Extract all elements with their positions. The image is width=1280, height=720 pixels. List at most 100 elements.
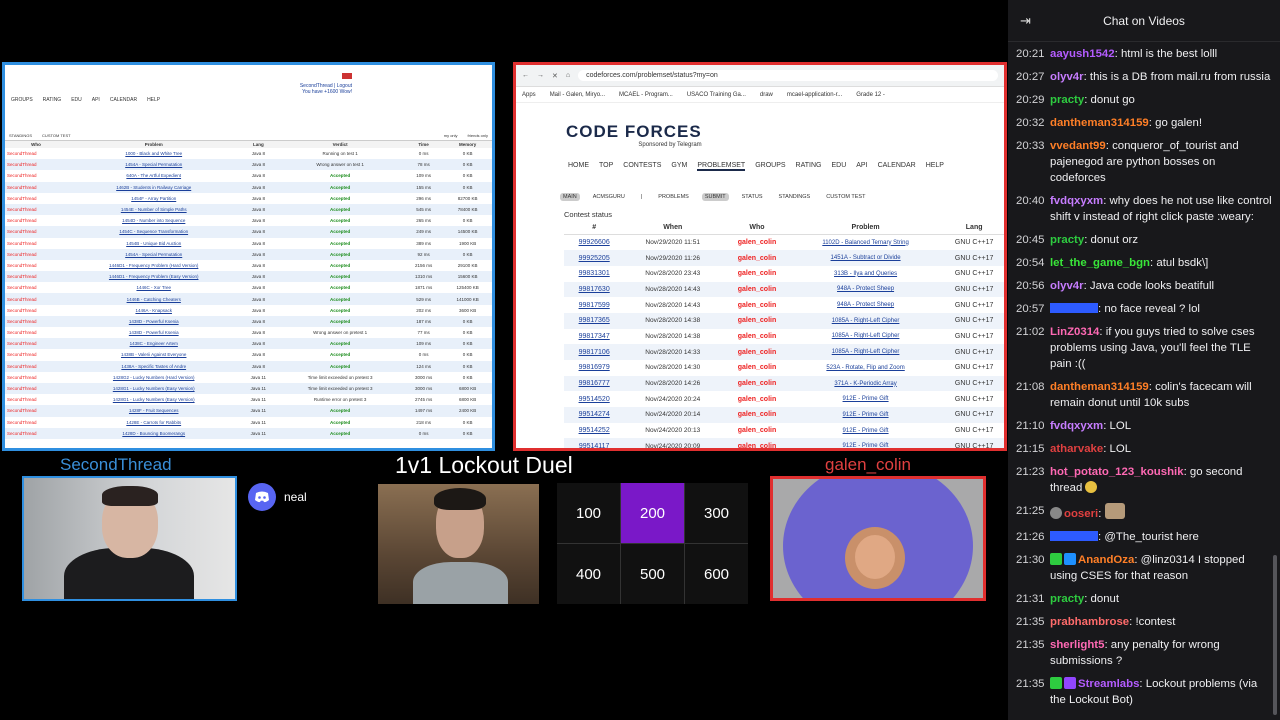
submenu-item[interactable]: CUSTOM TEST <box>823 193 868 201</box>
who-cell[interactable]: SecondThread <box>5 293 68 305</box>
problem-cell[interactable]: 1446D1 - Frequency Problem (Hard Version… <box>67 260 240 271</box>
who-cell[interactable]: galen_colin <box>721 312 793 329</box>
problem-cell[interactable]: 1454B - Unique Bid Auction <box>67 238 240 249</box>
forward-icon[interactable]: → <box>537 72 544 79</box>
who-cell[interactable]: SecondThread <box>5 327 67 338</box>
submission-id[interactable]: 99817630 <box>564 281 625 298</box>
bookmark-item[interactable]: mcael-application-r... <box>787 92 842 98</box>
chat-username[interactable]: dantheman314159 <box>1050 117 1149 129</box>
who-cell[interactable]: SecondThread <box>5 159 68 171</box>
bookmark-item[interactable]: USACO Training Ga... <box>687 92 746 98</box>
home-icon[interactable]: ⌂ <box>566 72 570 79</box>
chat-username[interactable]: let_the_game_bgn <box>1050 257 1150 269</box>
submission-id[interactable]: 99817599 <box>564 297 624 313</box>
menu-item[interactable]: HOME <box>568 162 589 171</box>
problem-cell[interactable]: 1451A - Subtract or Divide <box>792 250 939 266</box>
who-cell[interactable]: SecondThread <box>5 203 68 216</box>
bookmark-item[interactable]: draw <box>760 92 773 98</box>
subnav-item[interactable]: STANDINGS <box>9 133 32 138</box>
problem-cell[interactable]: 1000 - Black and White Tree <box>67 148 240 159</box>
menu-item[interactable]: GYM <box>671 162 687 171</box>
problem-cell[interactable]: 912E - Prime Gift <box>793 423 939 439</box>
problem-cell[interactable]: 1446A - Knapsack <box>67 305 240 316</box>
problem-cell-400[interactable]: 400 <box>557 544 620 604</box>
who-cell[interactable]: SecondThread <box>5 372 67 383</box>
submenu-item[interactable]: STATUS <box>739 193 766 201</box>
problem-cell[interactable]: 1438A - Specific Tastes of Andre <box>67 360 241 372</box>
chat-username[interactable]: hot_potato_123_koushik <box>1050 466 1184 478</box>
who-cell[interactable]: galen_colin <box>721 391 793 407</box>
who-cell[interactable]: galen_colin <box>721 266 793 282</box>
who-cell[interactable]: galen_colin <box>721 360 793 376</box>
chat-username[interactable]: olyv4r <box>1050 280 1084 292</box>
codeforces-logo[interactable]: CODE FORCES Sponsored by Telegram <box>566 122 702 148</box>
bookmark-item[interactable]: Grade 12 - <box>856 92 885 98</box>
who-cell[interactable]: SecondThread <box>5 248 68 260</box>
address-bar[interactable]: codeforces.com/problemset/status?my=on <box>578 70 998 81</box>
problem-cell[interactable]: 1438D - Powerful Ksenia <box>67 327 240 338</box>
who-cell[interactable]: galen_colin <box>721 344 793 360</box>
bookmark-item[interactable]: Mail - Galen, Miryo... <box>550 92 605 98</box>
who-cell[interactable]: SecondThread <box>5 226 68 238</box>
chat-username[interactable]: fvdqxyxm <box>1050 420 1103 432</box>
collapse-chat-icon[interactable]: ⇥ <box>1020 13 1031 29</box>
submission-id[interactable]: 99514252 <box>564 423 624 439</box>
who-cell[interactable]: SecondThread <box>5 382 68 395</box>
chat-username[interactable]: vvedant99 <box>1050 140 1106 152</box>
submenu-item[interactable]: MAIN <box>560 193 580 201</box>
who-cell[interactable]: SecondThread <box>5 181 68 193</box>
problem-cell[interactable]: 1446D1 - Frequency Problem (Easy Version… <box>67 271 241 283</box>
who-cell[interactable]: galen_colin <box>721 375 793 392</box>
chat-username[interactable]: fvdqxyxm <box>1050 195 1103 207</box>
column-header[interactable]: Lang <box>240 141 277 148</box>
who-cell[interactable]: galen_colin <box>721 329 793 345</box>
problem-cell-100[interactable]: 100 <box>557 483 620 543</box>
who-cell[interactable]: SecondThread <box>5 305 67 316</box>
who-cell[interactable]: galen_colin <box>721 281 793 298</box>
problem-cell[interactable]: 1428G2 - Lucky Numbers (Hard Version) <box>67 372 240 383</box>
problem-cell[interactable]: 1428G1 - Lucky Numbers (Easy Version) <box>67 394 240 405</box>
my-only-checkbox[interactable]: my only <box>444 133 458 138</box>
problem-cell[interactable]: 371A - K-Periodic Array <box>792 375 939 392</box>
submission-id[interactable]: 99514274 <box>564 407 625 423</box>
who-cell[interactable]: SecondThread <box>5 260 67 271</box>
menu-item[interactable]: TOP <box>599 162 613 171</box>
problem-cell[interactable]: 1085A - Right-Left Cipher <box>793 329 939 345</box>
who-cell[interactable]: SecondThread <box>5 349 67 360</box>
problem-cell[interactable]: 1102D - Balanced Ternary String <box>793 235 939 251</box>
close-icon[interactable]: ✕ <box>552 72 558 80</box>
back-icon[interactable]: ← <box>522 72 529 79</box>
chat-username[interactable]: Streamlabs <box>1078 678 1139 690</box>
problem-cell[interactable]: 1085A - Right-Left Cipher <box>792 344 939 360</box>
submission-id[interactable]: 99817365 <box>564 312 625 329</box>
who-cell[interactable]: SecondThread <box>5 238 67 249</box>
problem-cell[interactable]: 1438B - Valerii Against Everyone <box>67 349 240 360</box>
who-cell[interactable]: SecondThread <box>5 338 68 350</box>
menu-item[interactable]: HELP <box>926 162 944 171</box>
chat-username[interactable]: sherlight5 <box>1050 639 1104 651</box>
menu-item[interactable]: GROUPS <box>755 162 785 171</box>
who-cell[interactable]: galen_colin <box>721 297 793 313</box>
chat-username[interactable] <box>1050 303 1098 313</box>
problem-cell[interactable]: 1454E - Number of Simple Paths <box>67 203 241 216</box>
chat-username[interactable]: prabhambrose <box>1050 616 1129 628</box>
submenu-item[interactable]: SUBMIT <box>701 193 729 201</box>
submission-id[interactable]: 99831301 <box>564 266 624 282</box>
who-cell[interactable]: SecondThread <box>5 170 67 181</box>
who-cell[interactable]: SecondThread <box>5 360 68 372</box>
problem-cell[interactable]: 912E - Prime Gift <box>793 391 939 407</box>
problem-cell-500[interactable]: 500 <box>621 544 684 604</box>
submission-id[interactable]: 99514520 <box>564 391 624 407</box>
problem-cell[interactable]: 1462B - Students in Railway Carriage <box>67 181 241 193</box>
nav-item[interactable]: API <box>92 97 100 103</box>
problem-cell[interactable]: 1428D - Bouncing Boomerangs <box>67 427 241 439</box>
who-cell[interactable]: SecondThread <box>5 271 68 283</box>
who-cell[interactable]: SecondThread <box>5 394 67 405</box>
who-cell[interactable]: galen_colin <box>721 235 793 251</box>
chat-username[interactable]: LinZ0314 <box>1050 326 1099 338</box>
nav-item[interactable]: RATING <box>43 97 62 103</box>
problem-cell[interactable]: 1438C - Engineer Artem <box>67 338 241 350</box>
who-cell[interactable]: SecondThread <box>5 193 67 204</box>
problem-cell-200[interactable]: 200 <box>621 483 684 543</box>
submission-id[interactable]: 99816979 <box>564 360 624 376</box>
